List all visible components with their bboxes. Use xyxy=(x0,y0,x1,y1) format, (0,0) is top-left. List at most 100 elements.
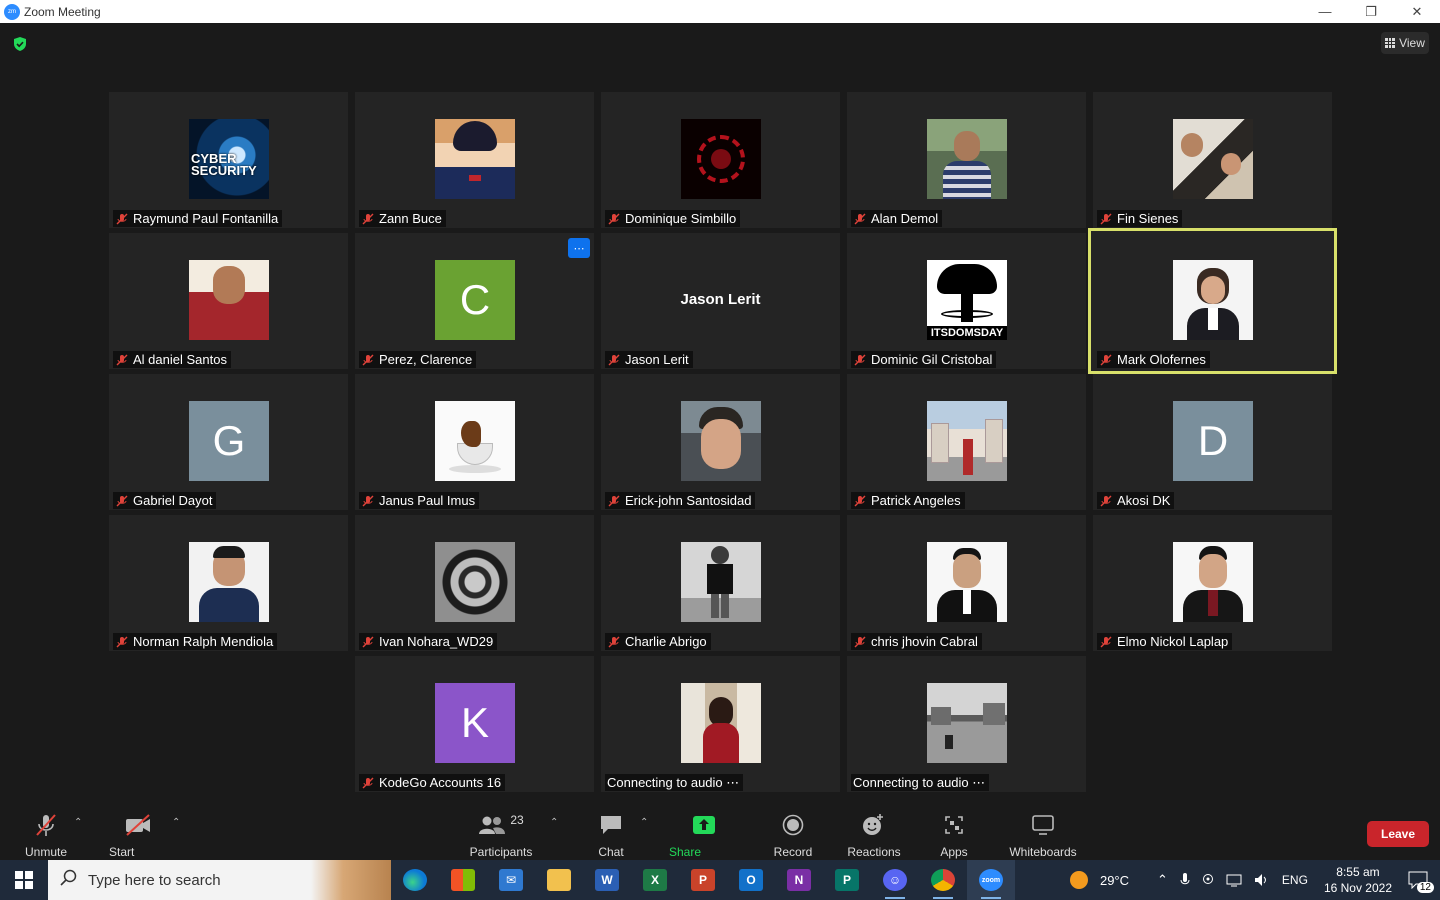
chrome-icon[interactable] xyxy=(919,860,967,900)
webcam-icon[interactable] xyxy=(1202,873,1214,887)
participant-tile[interactable]: ITSDOMSDAY Dominic Gil Cristobal xyxy=(847,233,1086,369)
record-button[interactable]: Record xyxy=(774,811,812,859)
file-explorer-icon[interactable] xyxy=(535,860,583,900)
participant-name: Dominique Simbillo xyxy=(625,211,737,226)
participant-tile[interactable]: Connecting to audio ⋯ xyxy=(601,656,840,792)
photo-avatar xyxy=(1173,542,1253,622)
search-icon xyxy=(60,869,78,891)
participant-tile[interactable]: ⋯ C Perez, Clarence xyxy=(355,233,594,369)
mail-icon[interactable]: ✉ xyxy=(487,860,535,900)
participants-count: 23 xyxy=(510,813,524,827)
whiteboards-button[interactable]: Whiteboards xyxy=(1008,811,1078,859)
participant-tile[interactable]: chris jhovin Cabral xyxy=(847,515,1086,651)
leave-button[interactable]: Leave xyxy=(1367,821,1429,847)
participant-tile[interactable]: CYBER SECURITY Raymund Paul Fontanilla xyxy=(109,92,348,228)
participants-icon xyxy=(479,816,506,834)
photo-avatar xyxy=(927,683,1007,763)
clock-time: 8:55 am xyxy=(1336,865,1380,879)
video-options-caret-icon[interactable]: ⌃ xyxy=(172,817,180,828)
reactions-button[interactable]: Reactions xyxy=(847,811,901,859)
outlook-icon[interactable]: O xyxy=(727,860,775,900)
anime-character-avatar xyxy=(435,119,515,199)
chat-label: Chat xyxy=(598,845,624,859)
participants-options-caret-icon[interactable]: ⌃ xyxy=(550,817,558,828)
input-language[interactable]: ENG xyxy=(1282,873,1308,887)
video-gallery: View CYBER SECURITY Raymund Paul Fontanil… xyxy=(0,23,1440,803)
taskbar-clock[interactable]: 8:55 am 16 Nov 2022 xyxy=(1324,864,1392,896)
photo-avatar xyxy=(927,119,1007,199)
restore-button[interactable]: ❐ xyxy=(1348,0,1394,23)
participant-tile[interactable]: Connecting to audio ⋯ xyxy=(847,656,1086,792)
participant-tile-active-speaker[interactable]: Mark Olofernes xyxy=(1088,228,1337,374)
muted-mic-icon xyxy=(854,213,866,224)
participant-name: Janus Paul Imus xyxy=(379,493,476,508)
chat-options-caret-icon[interactable]: ⌃ xyxy=(640,817,648,828)
photo-avatar xyxy=(681,542,761,622)
participants-button[interactable]: 23 Participants xyxy=(470,811,533,859)
apps-icon xyxy=(945,816,963,834)
participant-name: Alan Demol xyxy=(871,211,939,226)
microphone-icon[interactable] xyxy=(1180,872,1190,888)
participant-tile[interactable]: Norman Ralph Mendiola xyxy=(109,515,348,651)
participant-tile[interactable]: Dominique Simbillo xyxy=(601,92,840,228)
participant-tile[interactable]: Elmo Nickol Laplap xyxy=(1093,515,1332,651)
participant-tile[interactable]: Alan Demol xyxy=(847,92,1086,228)
view-button[interactable]: View xyxy=(1381,32,1429,54)
participant-tile[interactable]: Zann Buce xyxy=(355,92,594,228)
participant-name: Jason Lerit xyxy=(625,352,689,367)
participant-tile[interactable]: Ivan Nohara_WD29 xyxy=(355,515,594,651)
windows-logo-icon xyxy=(15,871,33,889)
participant-tile[interactable]: Erick-john Santosidad xyxy=(601,374,840,510)
search-highlight-illustration xyxy=(311,860,391,900)
muted-mic-icon xyxy=(608,354,620,365)
participant-tile[interactable]: Al daniel Santos xyxy=(109,233,348,369)
participant-tile[interactable]: K KodeGo Accounts 16 xyxy=(355,656,594,792)
more-options-button[interactable]: ⋯ xyxy=(568,238,590,258)
participant-tile[interactable]: Fin Sienes xyxy=(1093,92,1332,228)
start-button[interactable] xyxy=(0,860,48,900)
participant-display-name: Jason Lerit xyxy=(680,291,761,308)
chat-button[interactable]: Chat xyxy=(597,811,625,859)
minimize-button[interactable]: — xyxy=(1302,0,1348,23)
microsoft-store-icon[interactable] xyxy=(439,860,487,900)
edge-icon[interactable] xyxy=(391,860,439,900)
cyber-security-avatar: CYBER SECURITY xyxy=(189,119,269,199)
photo-avatar xyxy=(681,401,761,481)
participant-tile[interactable]: Janus Paul Imus xyxy=(355,374,594,510)
participant-name: Zann Buce xyxy=(379,211,442,226)
photo-avatar xyxy=(189,542,269,622)
word-icon[interactable]: W xyxy=(583,860,631,900)
apps-button[interactable]: Apps xyxy=(938,811,970,859)
powerpoint-icon[interactable]: P xyxy=(679,860,727,900)
audio-options-caret-icon[interactable]: ⌃ xyxy=(74,817,82,828)
weather-icon[interactable] xyxy=(1069,871,1088,889)
muted-mic-icon xyxy=(854,495,866,506)
publisher-icon[interactable]: P xyxy=(823,860,871,900)
weather-temperature[interactable]: 29°C xyxy=(1100,873,1129,888)
muted-mic-icon xyxy=(362,354,374,365)
encryption-shield-icon[interactable] xyxy=(12,36,28,52)
participant-name: Raymund Paul Fontanilla xyxy=(133,211,279,226)
search-placeholder: Type here to search xyxy=(88,871,221,889)
zoom-icon[interactable]: zoom xyxy=(967,860,1015,900)
show-hidden-icons-icon[interactable]: ⌃ xyxy=(1157,872,1168,888)
close-button[interactable]: ✕ xyxy=(1394,0,1440,23)
participant-tile[interactable]: G Gabriel Dayot xyxy=(109,374,348,510)
unmute-label: Unmute xyxy=(24,845,68,859)
excel-icon[interactable]: X xyxy=(631,860,679,900)
muted-mic-icon xyxy=(116,354,128,365)
participant-tile[interactable]: Jason Lerit Jason Lerit xyxy=(601,233,840,369)
network-icon[interactable] xyxy=(1226,873,1242,887)
volume-icon[interactable] xyxy=(1254,873,1270,887)
title-bar: zm Zoom Meeting — ❐ ✕ xyxy=(0,0,1440,23)
discord-icon[interactable]: ☺ xyxy=(871,860,919,900)
participant-tile[interactable]: Patrick Angeles xyxy=(847,374,1086,510)
notifications-icon[interactable]: 12 xyxy=(1408,871,1434,893)
unmute-button[interactable]: Unmute xyxy=(24,811,68,859)
onenote-icon[interactable]: N xyxy=(775,860,823,900)
participant-tile[interactable]: D Akosi DK xyxy=(1093,374,1332,510)
participant-tile[interactable]: Charlie Abrigo xyxy=(601,515,840,651)
taskbar-search-box[interactable]: Type here to search xyxy=(48,860,391,900)
muted-mic-icon xyxy=(362,495,374,506)
window-title: Zoom Meeting xyxy=(24,4,101,19)
